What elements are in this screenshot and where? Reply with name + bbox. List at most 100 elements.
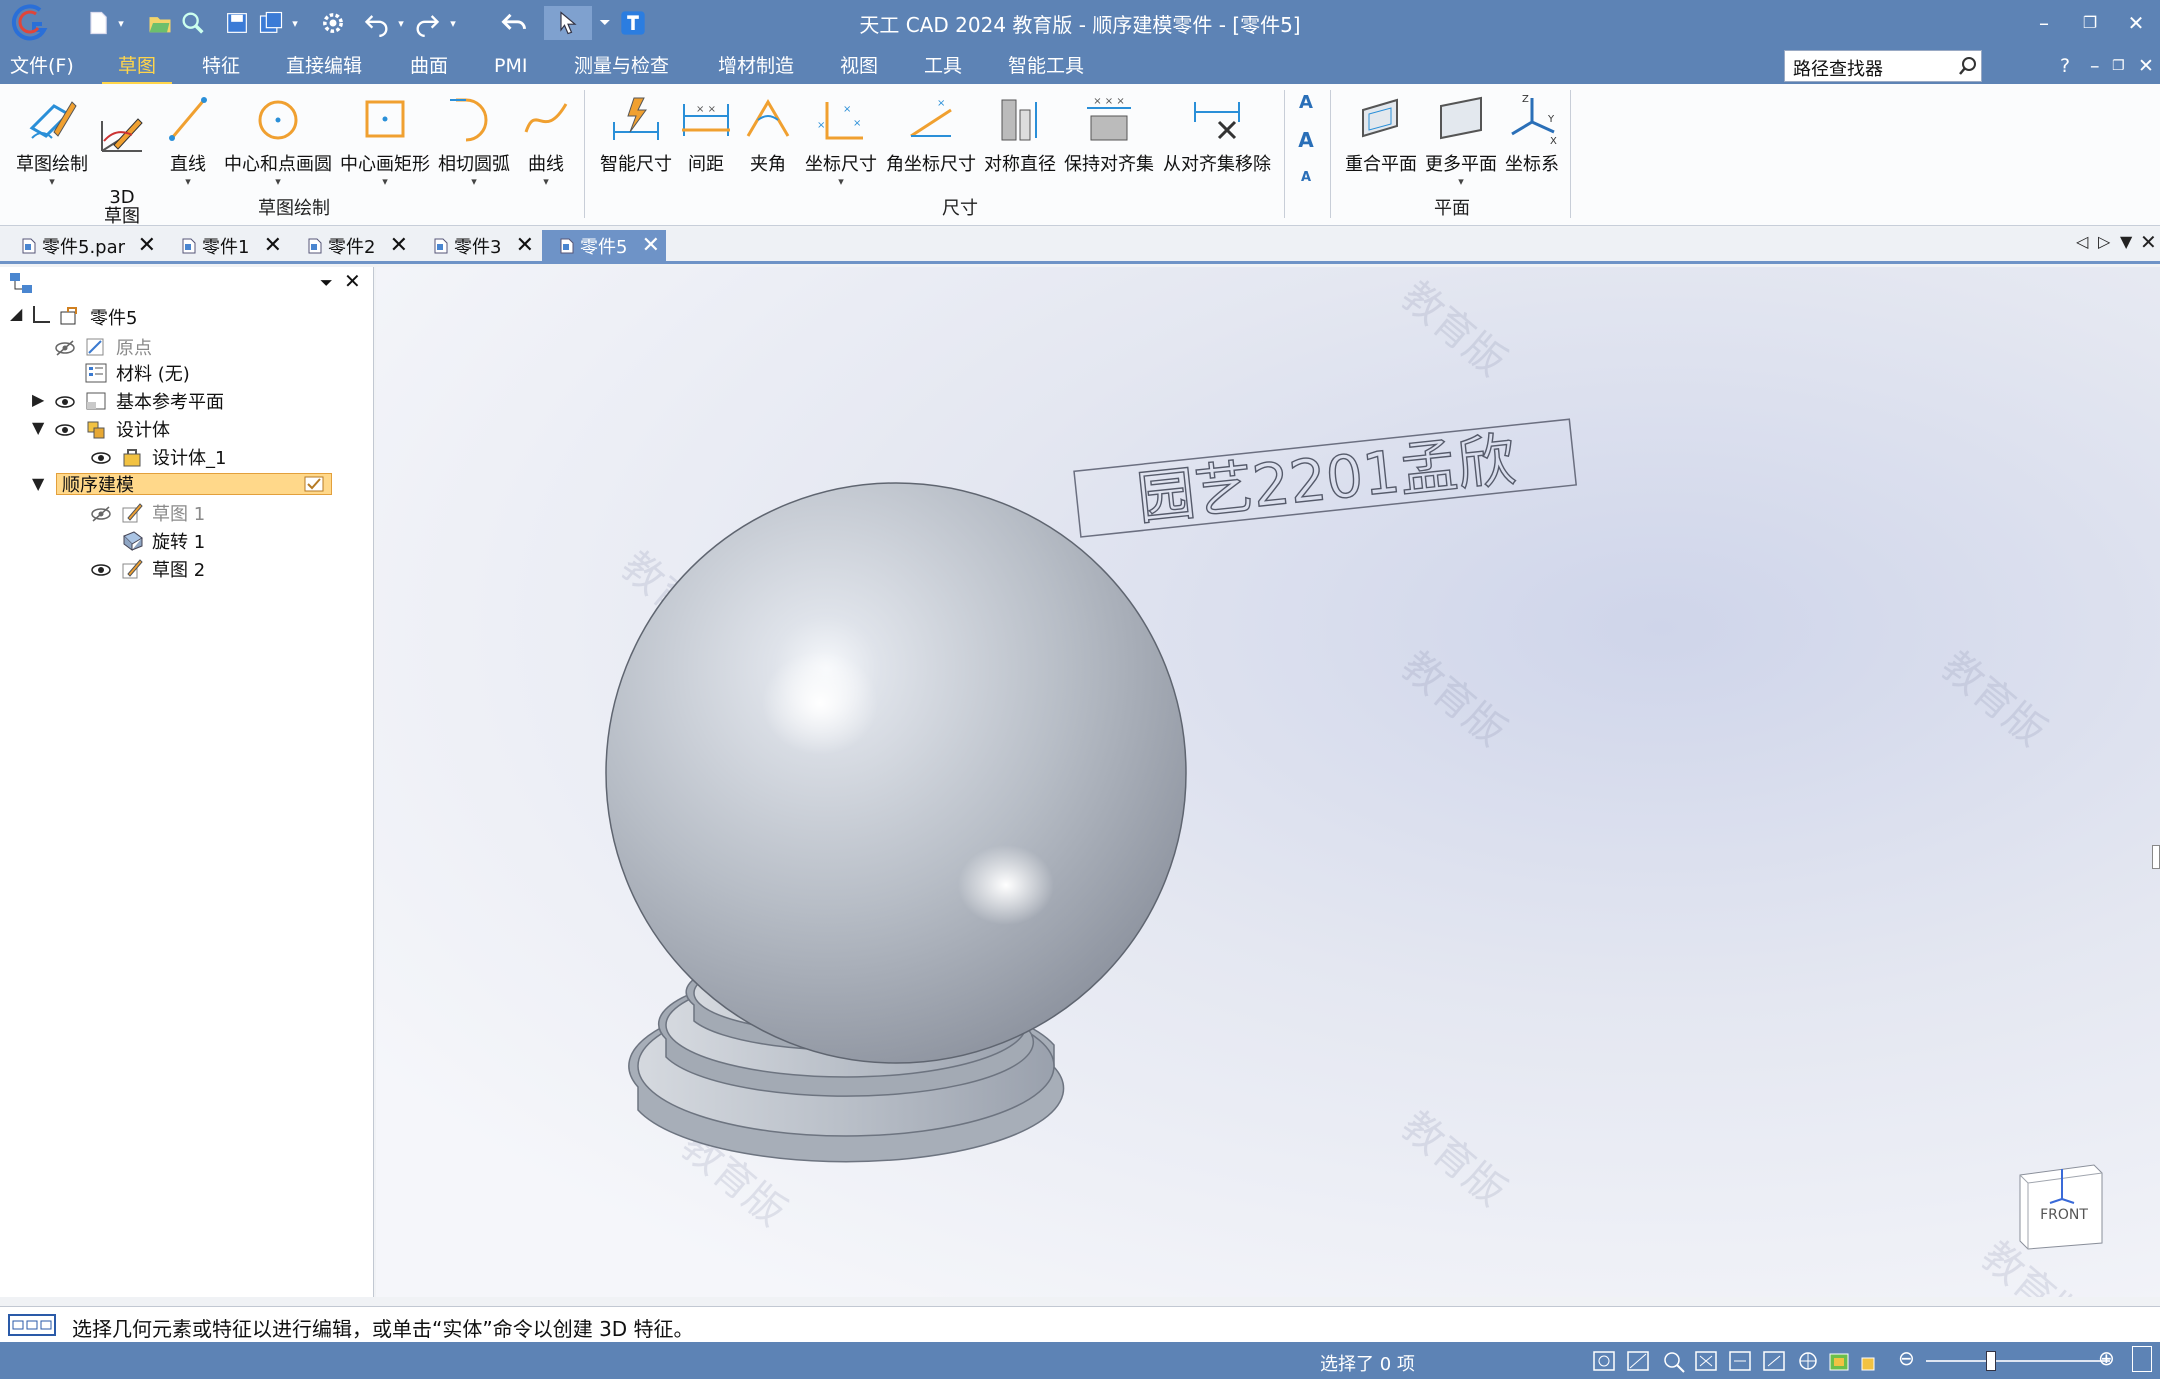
coincident-plane-button[interactable]: 重合平面 <box>1344 92 1418 176</box>
menu-sketch[interactable]: 草图 <box>101 52 173 86</box>
line-button[interactable]: 直线 ▾ <box>160 92 216 188</box>
tab-part1[interactable]: 零件1 ✕ <box>164 230 288 262</box>
panel-close-icon[interactable]: ✕ <box>344 269 361 293</box>
tangent-arc-button[interactable]: 相切圆弧 ▾ <box>436 92 512 188</box>
menu-feature[interactable]: 特征 <box>202 52 240 80</box>
more-planes-button[interactable]: 更多平面 ▾ <box>1424 92 1498 188</box>
tree-design-body[interactable]: 设计体 <box>116 416 170 442</box>
eye-hidden-icon[interactable] <box>54 340 76 356</box>
center-rectangle-button[interactable]: 中心画矩形 ▾ <box>340 92 430 188</box>
line-dropdown-icon[interactable]: ▾ <box>160 176 216 188</box>
more-planes-dropdown-icon[interactable]: ▾ <box>1424 176 1498 188</box>
coordinate-dimension-dropdown-icon[interactable]: ▾ <box>804 176 878 188</box>
svg-text:×: × <box>817 120 825 131</box>
menu-additive[interactable]: 增材制造 <box>718 52 794 80</box>
tree-sketch-2[interactable]: 草图 2 <box>152 556 205 582</box>
close-document-icon[interactable]: ✕ <box>2140 230 2157 254</box>
curve-dropdown-icon[interactable]: ▾ <box>518 176 574 188</box>
collapse-toggle-icon[interactable]: ◢ <box>10 304 22 323</box>
remove-from-alignment-set-button[interactable]: 从对齐集移除 <box>1160 92 1274 176</box>
eye-visible-icon[interactable] <box>54 422 76 438</box>
tab-scroll-right-icon[interactable]: ▷ <box>2098 232 2110 251</box>
tab-scroll-left-icon[interactable]: ◁ <box>2076 232 2088 251</box>
tab-list-dropdown-icon[interactable]: ▼ <box>2120 232 2132 251</box>
text-size-increase-icon[interactable]: A <box>1292 92 1320 113</box>
3d-sketch-button[interactable]: 3D 草图 <box>94 92 150 226</box>
eye-visible-icon[interactable] <box>54 394 76 410</box>
sketch-draw-button[interactable]: 草图绘制 ▾ <box>12 92 92 188</box>
tab-part2[interactable]: 零件2 ✕ <box>290 230 414 262</box>
curve-button[interactable]: 曲线 ▾ <box>518 92 574 188</box>
path-finder-input[interactable]: 路径查找器 <box>1784 50 1982 82</box>
sketch-draw-dropdown-icon[interactable]: ▾ <box>12 176 92 188</box>
command-bar-icon[interactable] <box>8 1313 56 1337</box>
3d-viewport[interactable]: 教育版 教育版 教育版 教育版 教育版 教育版 教育版 <box>376 267 2160 1297</box>
menu-smart-tools[interactable]: 智能工具 <box>1008 52 1084 80</box>
tab-close-icon[interactable]: ✕ <box>264 233 282 258</box>
ordered-modeling-check-icon[interactable] <box>304 476 324 492</box>
tab-part3[interactable]: 零件3 ✕ <box>416 230 540 262</box>
menu-measure[interactable]: 测量与检查 <box>574 52 669 80</box>
menu-file[interactable]: 文件(F) <box>10 52 74 80</box>
view-cube[interactable]: FRONT <box>2016 1159 2106 1251</box>
collapse-toggle-icon[interactable]: ▼ <box>32 418 44 437</box>
menu-view[interactable]: 视图 <box>840 52 878 80</box>
smart-dimension-button[interactable]: 智能尺寸 <box>596 92 676 176</box>
tab-part5[interactable]: 零件5 ✕ <box>542 230 666 262</box>
view-tools-icons[interactable] <box>1590 1348 1890 1374</box>
restore-icon[interactable]: ❐ <box>2070 8 2110 38</box>
ribbon-close-icon[interactable]: ✕ <box>2138 52 2154 80</box>
distance-button[interactable]: × × 间距 <box>678 92 734 176</box>
tree-ordered-modeling[interactable]: 顺序建模 <box>62 471 134 497</box>
circle-dropdown-icon[interactable]: ▾ <box>222 176 334 188</box>
angle-button[interactable]: 夹角 <box>740 92 796 176</box>
tree-root-part[interactable]: 零件5 <box>90 304 137 330</box>
minimize-icon[interactable]: – <box>2024 8 2064 38</box>
zoom-slider-track[interactable] <box>1926 1360 2110 1362</box>
tab-close-icon[interactable]: ✕ <box>390 233 408 258</box>
zoom-in-icon[interactable]: ⊕ <box>2098 1346 2115 1370</box>
menu-tools[interactable]: 工具 <box>924 52 962 80</box>
panel-options-icon[interactable]: ⏷ <box>320 273 333 293</box>
text-size-decrease-icon[interactable]: A <box>1292 170 1320 185</box>
tab-close-icon[interactable]: ✕ <box>642 233 660 258</box>
help-button[interactable]: ? <box>2060 52 2070 80</box>
search-icon[interactable] <box>1956 54 1980 78</box>
close-window-icon[interactable]: ✕ <box>2116 8 2156 38</box>
ribbon-restore-icon[interactable]: ❐ <box>2112 52 2125 80</box>
fit-view-icon[interactable] <box>2132 1346 2152 1372</box>
symmetric-diameter-button[interactable]: 对称直径 <box>982 92 1058 176</box>
side-panel-handle[interactable] <box>2152 845 2160 869</box>
coordinate-system-button[interactable]: Z Y X 坐标系 <box>1504 92 1560 176</box>
eye-visible-icon[interactable] <box>90 562 112 578</box>
zoom-out-icon[interactable]: ⊖ <box>1898 1346 1915 1370</box>
tree-origin[interactable]: 原点 <box>116 334 152 360</box>
angular-coordinate-button[interactable]: × 角坐标尺寸 <box>884 92 978 176</box>
ribbon-minimize-icon[interactable]: – <box>2090 52 2100 80</box>
tree-material[interactable]: 材料 (无) <box>116 360 190 386</box>
text-size-icon[interactable]: A <box>1292 128 1320 152</box>
eye-visible-icon[interactable] <box>90 450 112 466</box>
rectangle-dropdown-icon[interactable]: ▾ <box>340 176 430 188</box>
tree-design-body-1[interactable]: 设计体_1 <box>152 444 226 470</box>
circle-center-point-button[interactable]: 中心和点画圆 ▾ <box>222 92 334 188</box>
menu-direct-edit[interactable]: 直接编辑 <box>286 52 362 80</box>
coordinate-dimension-button[interactable]: × × × 坐标尺寸 ▾ <box>804 92 878 188</box>
tab-close-icon[interactable]: ✕ <box>138 233 156 258</box>
arc-dropdown-icon[interactable]: ▾ <box>436 176 512 188</box>
menu-pmi[interactable]: PMI <box>494 52 527 80</box>
zoom-slider-thumb[interactable] <box>1986 1351 1996 1371</box>
menu-surface[interactable]: 曲面 <box>410 52 448 80</box>
keep-alignment-set-button[interactable]: × × × 保持对齐集 <box>1062 92 1156 176</box>
expand-toggle-icon[interactable]: ▶ <box>32 390 44 409</box>
tab-close-icon[interactable]: ✕ <box>516 233 534 258</box>
sphere-body[interactable] <box>605 482 1187 1064</box>
text-annotation[interactable]: 园艺2201孟欣 <box>1073 418 1578 539</box>
tree-view-icon[interactable] <box>8 271 38 297</box>
eye-hidden-icon[interactable] <box>90 506 112 522</box>
tree-reference-planes[interactable]: 基本参考平面 <box>116 388 224 414</box>
tree-revolve-1[interactable]: 旋转 1 <box>152 528 205 554</box>
tab-part5-par[interactable]: 零件5.par ✕ <box>4 230 162 262</box>
tree-sketch-1[interactable]: 草图 1 <box>152 500 205 526</box>
collapse-toggle-icon[interactable]: ▼ <box>32 474 44 493</box>
